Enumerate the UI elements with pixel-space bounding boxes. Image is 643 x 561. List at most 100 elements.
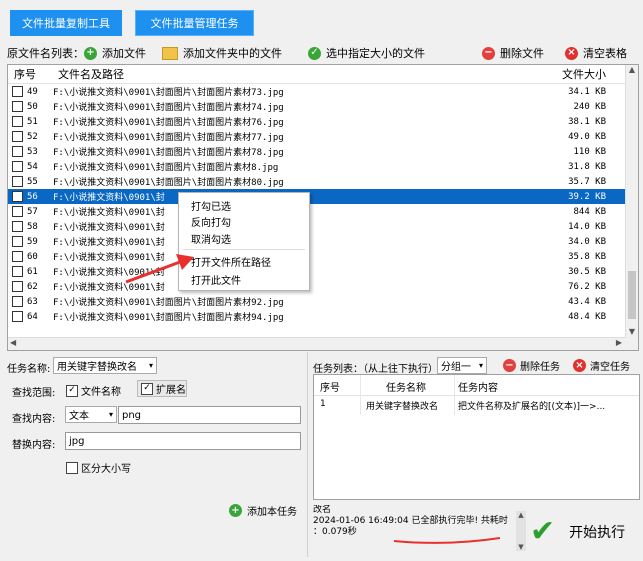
header-no: 序号 — [14, 68, 36, 81]
table-row[interactable]: 56 F:\小说推文资料\0901\封 39.2 KB — [8, 189, 626, 204]
vertical-scrollbar[interactable]: ▲ ▼ — [625, 65, 638, 350]
row-checkbox[interactable] — [12, 221, 23, 232]
row-checkbox[interactable] — [12, 146, 23, 157]
tab-file-copy-tool[interactable]: 文件批量复制工具 — [10, 10, 122, 36]
file-list-label: 原文件名列表： — [7, 47, 84, 60]
group-select[interactable]: 分组一 ▾ — [437, 357, 487, 374]
log-scrollbar[interactable]: ▲ ▼ — [516, 511, 526, 551]
scope-ext-checkbox[interactable]: ✓ 扩展名 — [137, 380, 187, 397]
row-path: F:\小说推文资料\0901\封面图片\封面图片素材73.jpg — [53, 88, 284, 98]
table-header: 序号 文件名及路径 文件大小 — [8, 65, 626, 84]
row-size: 39.2 KB — [568, 191, 606, 202]
checkmark-icon: ✔ — [530, 514, 556, 549]
row-checkbox[interactable] — [12, 206, 23, 217]
chevron-down-icon: ▾ — [108, 410, 113, 419]
menu-item-open-location[interactable]: 打开文件所在路径 — [191, 254, 271, 269]
row-checkbox[interactable] — [12, 191, 23, 202]
tab-file-task-manager[interactable]: 文件批量管理任务 — [135, 10, 254, 36]
close-icon: × — [573, 359, 586, 372]
table-row[interactable]: 49 F:\小说推文资料\0901\封面图片\封面图片素材73.jpg 34.1 K… — [8, 84, 626, 99]
task-header-name: 任务名称 — [386, 383, 426, 394]
table-row[interactable]: 54 F:\小说推文资料\0901\封面图片\封面图片素材8.jpg 31.8 KB — [8, 159, 626, 174]
table-row[interactable]: 63 F:\小说推文资料\0901\封面图片\封面图片素材92.jpg 43.4 K… — [8, 294, 626, 309]
row-no: 57 — [27, 206, 38, 217]
row-checkbox[interactable] — [12, 266, 23, 277]
case-sensitive-checkbox[interactable]: 区分大小写 — [66, 460, 131, 475]
row-size: 49.0 KB — [568, 131, 606, 142]
scope-filename-checkbox[interactable]: ✓ 文件名称 — [66, 383, 121, 398]
clear-task-button[interactable]: × 清空任务 — [573, 358, 630, 373]
row-size: 35.7 KB — [568, 176, 606, 187]
panel-divider — [307, 352, 308, 557]
table-row[interactable]: 58 F:\小说推文资料\0901\封 14.0 KB — [8, 219, 626, 234]
row-no: 49 — [27, 86, 38, 97]
header-size: 文件大小 — [562, 68, 606, 81]
row-size: 110 KB — [573, 146, 606, 157]
close-icon: × — [565, 46, 578, 60]
table-row[interactable]: 50 F:\小说推文资料\0901\封面图片\封面图片素材74.jpg 240 KB — [8, 99, 626, 114]
add-folder-files-button[interactable]: 添加文件夹中的文件 — [162, 45, 282, 61]
menu-item-check-selected[interactable]: 打勾已选 — [191, 198, 231, 213]
add-task-button[interactable]: + 添加本任务 — [229, 503, 297, 518]
row-path: F:\小说推文资料\0901\封面图片\封面图片素材74.jpg — [53, 103, 284, 113]
delete-task-button[interactable]: − 删除任务 — [503, 358, 560, 373]
menu-item-invert-check[interactable]: 反向打勾 — [191, 214, 231, 229]
row-checkbox[interactable] — [12, 251, 23, 262]
start-button[interactable]: ✔ 开始执行 — [530, 512, 635, 552]
row-checkbox[interactable] — [12, 161, 23, 172]
table-row[interactable]: 62 F:\小说推文资料\0901\封 76.2 KB — [8, 279, 626, 294]
table-row[interactable]: 59 F:\小说推文资料\0901\封 34.0 KB — [8, 234, 626, 249]
replace-input[interactable]: jpg — [65, 432, 301, 450]
task-name-label: 任务名称: — [7, 364, 51, 375]
task-table[interactable]: 序号 任务名称 任务内容 1 用关键字替换改名 把文件名称及扩展名的[(文本)]… — [313, 374, 640, 500]
row-checkbox[interactable] — [12, 86, 23, 97]
check-icon: ✓ — [308, 46, 321, 60]
clear-table-button[interactable]: × 清空表格 — [565, 45, 627, 61]
row-path: F:\小说推文资料\0901\封面图片\封面图片素材77.jpg — [53, 133, 284, 143]
table-row[interactable]: 60 F:\小说推文资料\0901\封 35.8 KB — [8, 249, 626, 264]
row-checkbox[interactable] — [12, 236, 23, 247]
table-row[interactable]: 53 F:\小说推文资料\0901\封面图片\封面图片素材78.jpg 110 KB — [8, 144, 626, 159]
task-header-no: 序号 — [320, 383, 340, 394]
table-row[interactable]: 64 F:\小说推文资料\0901\封面图片\封面图片素材94.jpg 48.4 K… — [8, 309, 626, 324]
row-no: 56 — [27, 191, 38, 202]
task-list-label: 任务列表：（从上往下执行） — [313, 364, 438, 375]
table-row[interactable]: 61 F:\小说推文资料\0901\封 30.5 KB — [8, 264, 626, 279]
row-size: 48.4 KB — [568, 311, 606, 322]
task-name-select[interactable]: 用关键字替换改名 ▾ — [53, 357, 157, 374]
delete-file-button[interactable]: − 删除文件 — [482, 45, 544, 61]
select-by-size-button[interactable]: ✓ 选中指定大小的文件 — [308, 45, 425, 61]
row-size: 31.8 KB — [568, 161, 606, 172]
table-row[interactable]: 52 F:\小说推文资料\0901\封面图片\封面图片素材77.jpg 49.0 K… — [8, 129, 626, 144]
row-no: 63 — [27, 296, 38, 307]
row-checkbox[interactable] — [12, 131, 23, 142]
minus-icon: − — [482, 46, 495, 60]
table-row[interactable]: 55 F:\小说推文资料\0901\封面图片\封面图片素材80.jpg 35.7 K… — [8, 174, 626, 189]
row-no: 62 — [27, 281, 38, 292]
row-checkbox[interactable] — [12, 281, 23, 292]
row-path: F:\小说推文资料\0901\封面图片\封面图片素材78.jpg — [53, 148, 284, 158]
row-checkbox[interactable] — [12, 116, 23, 127]
row-checkbox[interactable] — [12, 101, 23, 112]
row-no: 61 — [27, 266, 38, 277]
table-row[interactable]: 51 F:\小说推文资料\0901\封面图片\封面图片素材76.jpg 38.1 K… — [8, 114, 626, 129]
row-checkbox[interactable] — [12, 296, 23, 307]
table-row[interactable]: 57 F:\小说推文资料\0901\封 844 KB — [8, 204, 626, 219]
row-path: F:\小说推文资料\0901\封面图片\封面图片素材8.jpg — [53, 163, 279, 173]
menu-divider — [183, 249, 305, 250]
annotation-underline — [393, 537, 501, 544]
annotation-arrow — [125, 254, 194, 284]
horizontal-scrollbar[interactable]: ◀ ▶ — [8, 337, 626, 350]
row-checkbox[interactable] — [12, 311, 23, 322]
file-table[interactable]: 序号 文件名及路径 文件大小 49 F:\小说推文资料\0901\封面图片\封面图… — [7, 64, 639, 351]
row-size: 30.5 KB — [568, 266, 606, 277]
task-header-content: 任务内容 — [458, 383, 498, 394]
find-input[interactable]: png — [118, 406, 301, 424]
find-type-select[interactable]: 文本 ▾ — [65, 406, 117, 423]
row-no: 54 — [27, 161, 38, 172]
add-file-button[interactable]: + 添加文件 — [84, 45, 146, 61]
row-no: 60 — [27, 251, 38, 262]
find-label: 查找内容: — [12, 414, 56, 425]
row-checkbox[interactable] — [12, 176, 23, 187]
row-no: 64 — [27, 311, 38, 322]
